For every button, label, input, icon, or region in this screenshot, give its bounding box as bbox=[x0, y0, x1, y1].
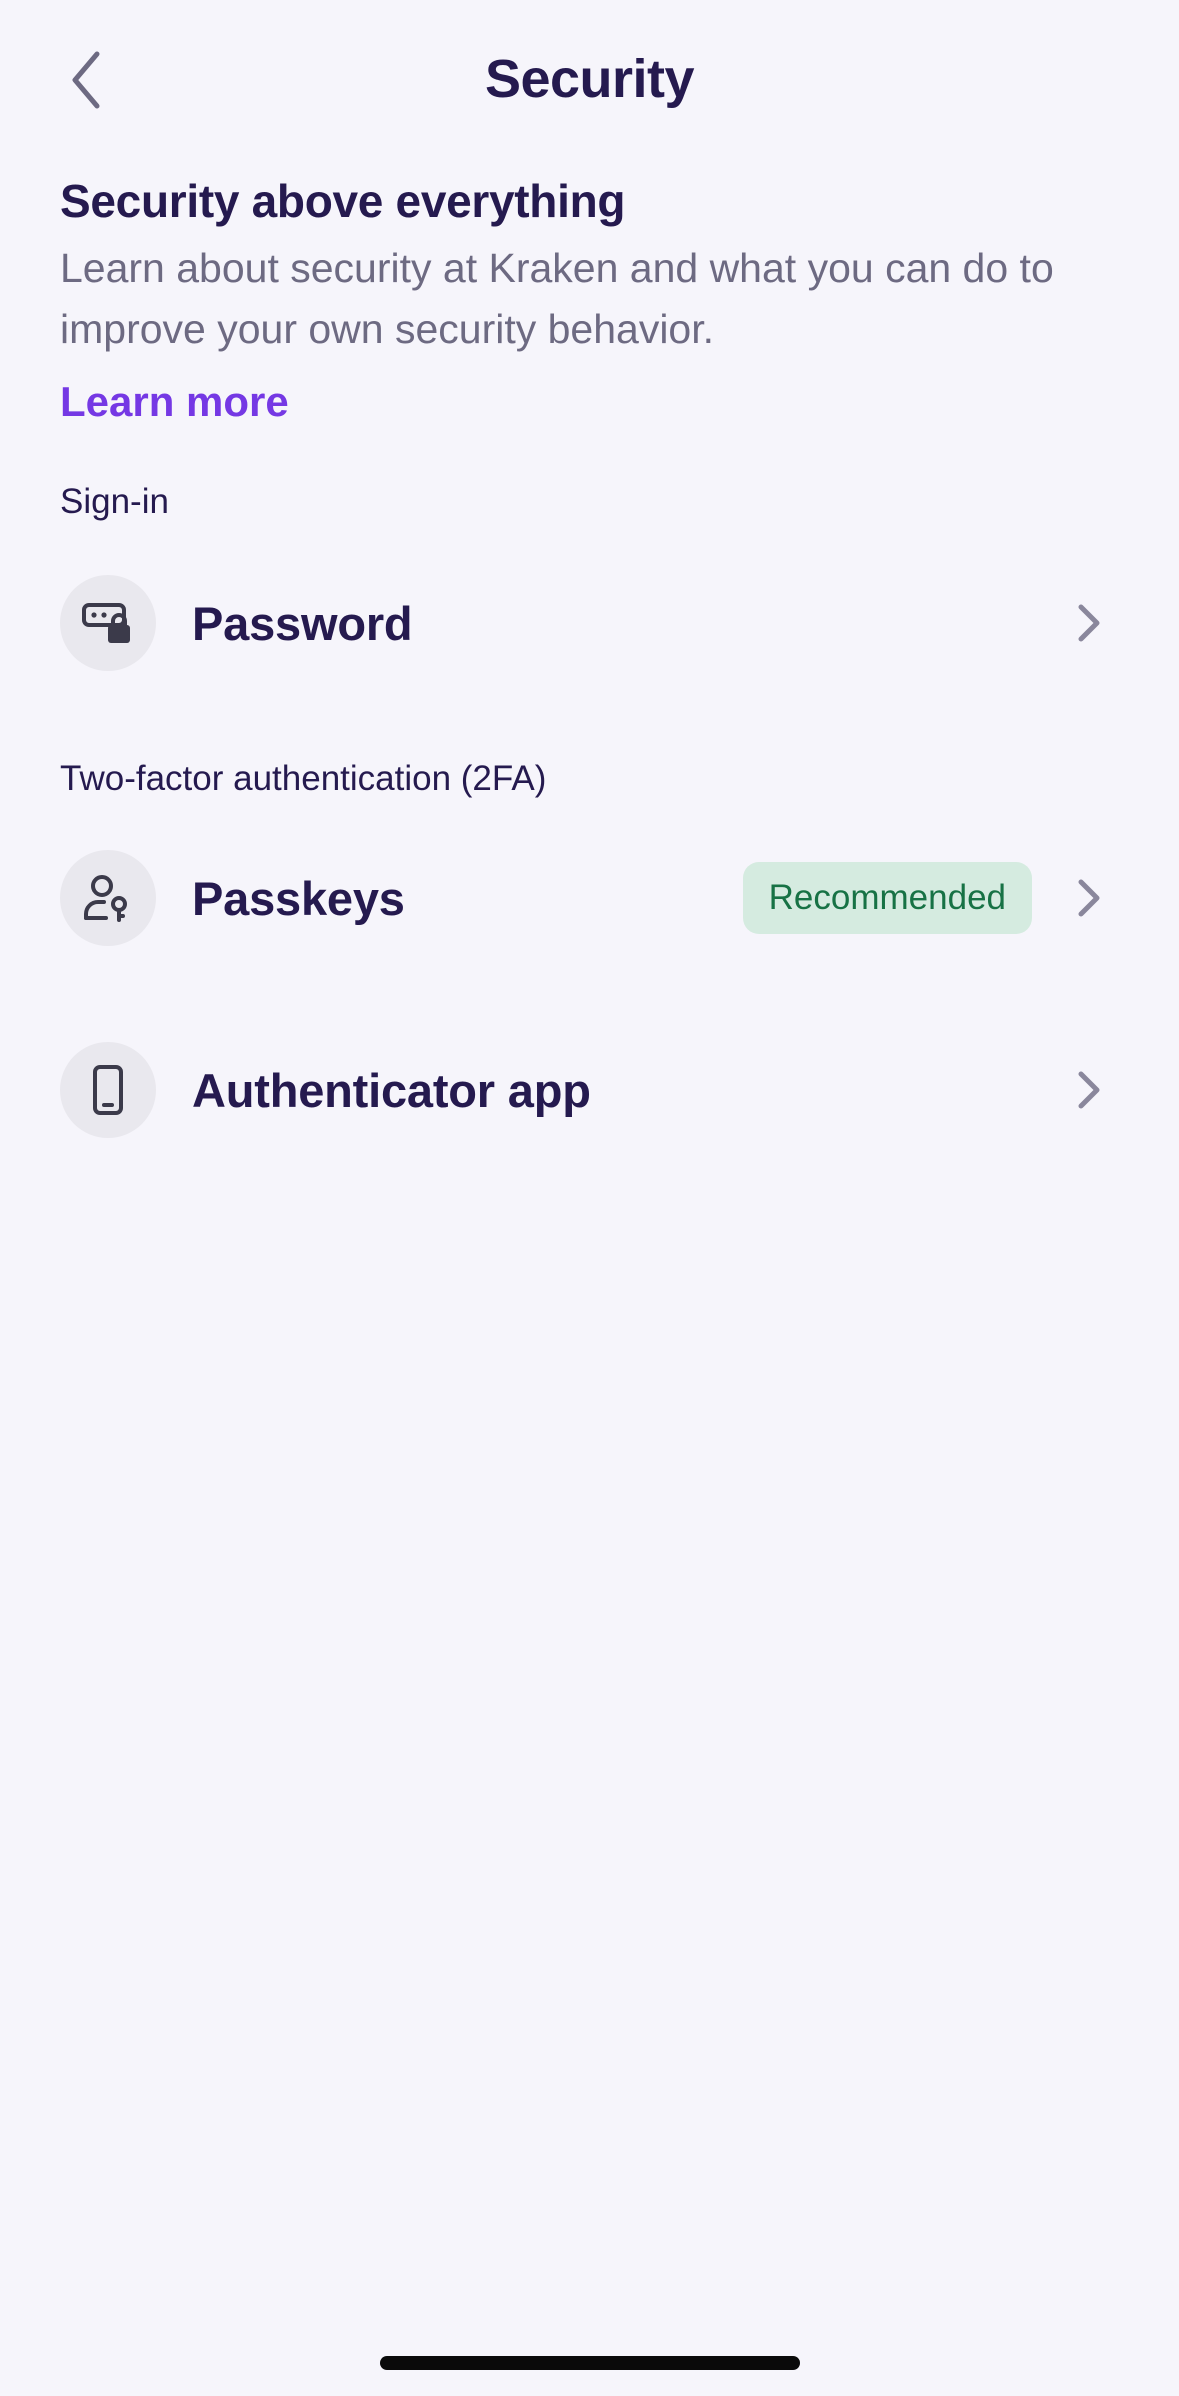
passkeys-icon-circle bbox=[60, 850, 156, 946]
intro-description: Learn about security at Kraken and what … bbox=[60, 245, 1054, 352]
navigation-bar: Security bbox=[0, 0, 1179, 160]
passkeys-row[interactable]: Passkeys Recommended bbox=[60, 843, 1120, 953]
learn-more-link[interactable]: Learn more bbox=[60, 374, 289, 430]
intro-section: Security above everything Learn about se… bbox=[60, 170, 1130, 430]
authenticator-app-row[interactable]: Authenticator app bbox=[60, 1035, 1120, 1145]
section-label-2fa: Two-factor authentication (2FA) bbox=[60, 759, 547, 798]
home-indicator[interactable] bbox=[380, 2356, 800, 2370]
password-row[interactable]: Password bbox=[60, 568, 1120, 678]
chevron-right-icon bbox=[1068, 1060, 1108, 1120]
intro-title: Security above everything bbox=[60, 175, 626, 227]
page-title: Security bbox=[484, 49, 695, 109]
security-screen: Security Security above everything Learn… bbox=[0, 0, 1179, 2396]
recommended-badge: Recommended bbox=[742, 862, 1032, 934]
authenticator-app-label: Authenticator app bbox=[192, 1063, 591, 1117]
authenticator-icon-circle bbox=[60, 1042, 156, 1138]
password-lock-icon bbox=[82, 603, 130, 643]
chevron-right-icon bbox=[1068, 868, 1108, 928]
user-key-icon bbox=[84, 875, 127, 922]
passkeys-label: Passkeys bbox=[192, 871, 405, 925]
chevron-right-icon bbox=[1068, 593, 1108, 653]
password-icon-circle bbox=[60, 575, 156, 671]
section-label-signin: Sign-in bbox=[60, 482, 169, 521]
password-label: Password bbox=[192, 596, 413, 650]
phone-icon bbox=[93, 1065, 123, 1115]
